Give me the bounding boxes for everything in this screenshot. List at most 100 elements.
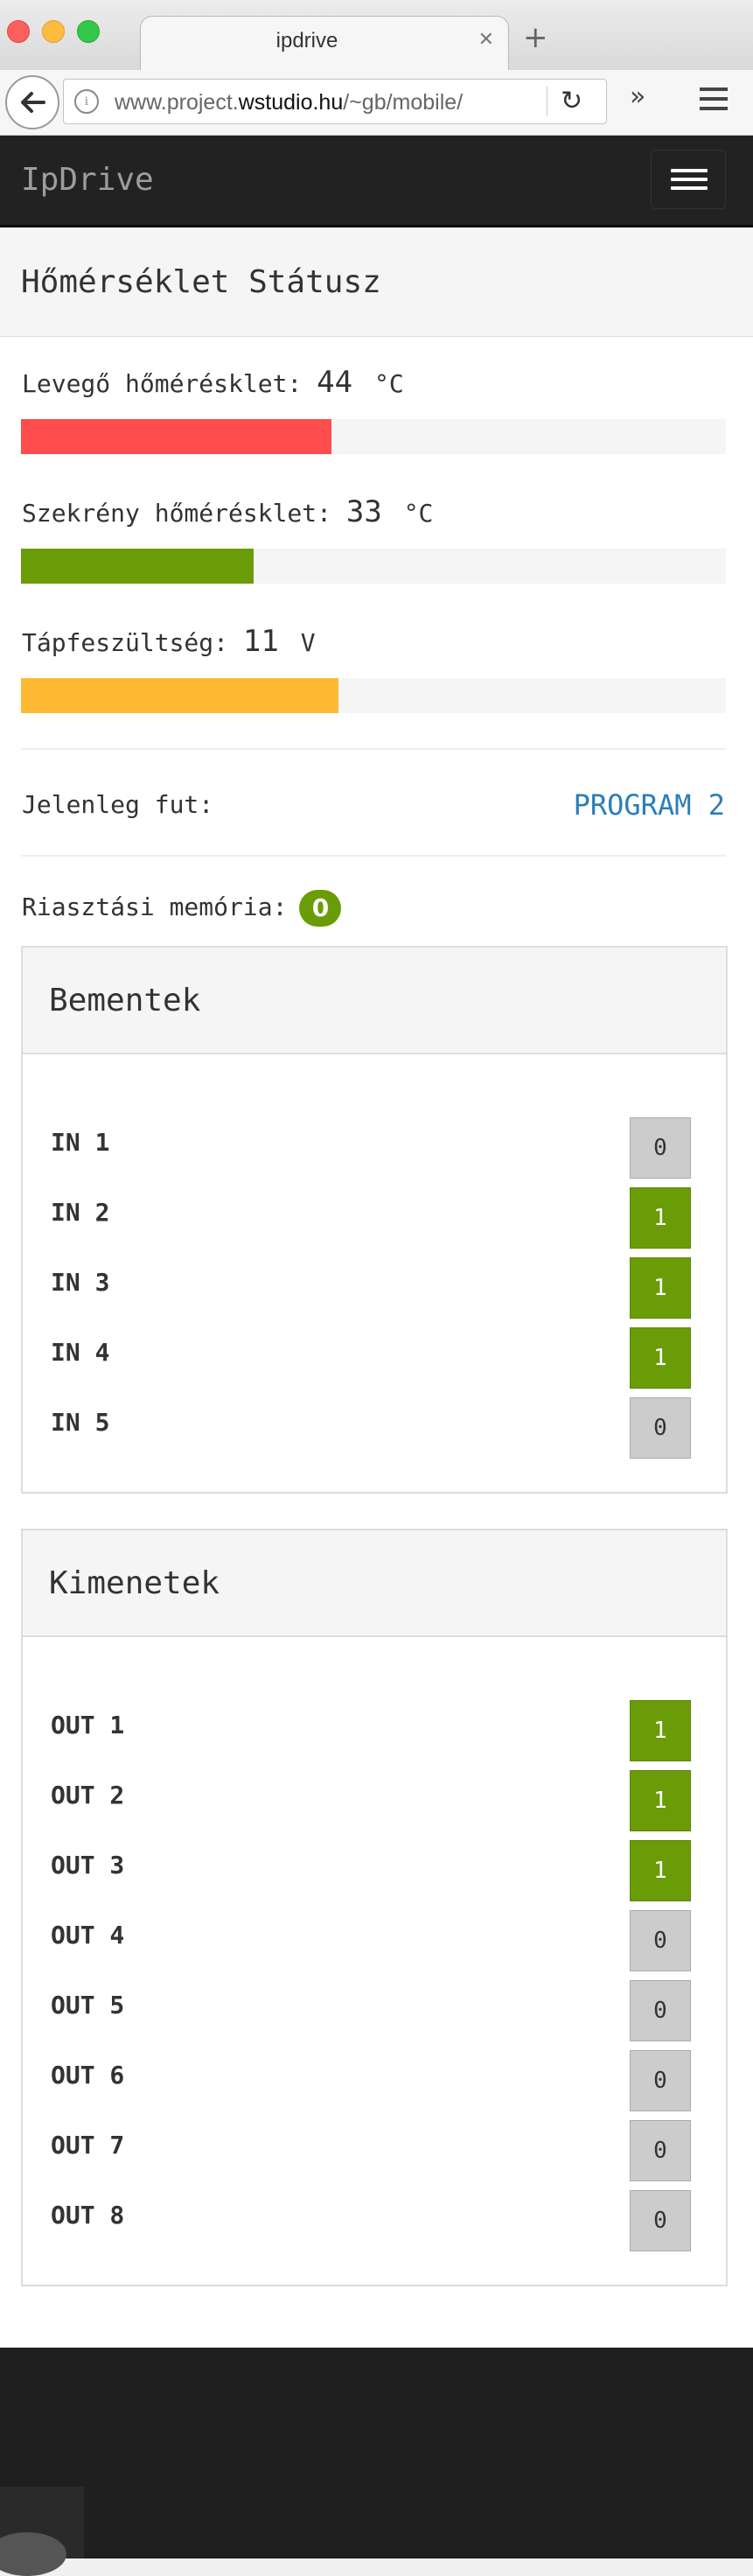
cabinet-temp-bar — [21, 549, 726, 584]
output-row: OUT 4 0 — [23, 1910, 726, 1980]
dock-corner — [0, 2487, 84, 2576]
output-label: OUT 6 — [51, 2061, 125, 2090]
url-text[interactable]: www.project.wstudio.hu/~gb/mobile/ — [115, 90, 463, 116]
page-header: Hőmérséklet Státusz — [0, 228, 753, 337]
navbar: IpDrive — [0, 136, 753, 228]
input-label: IN 3 — [51, 1268, 110, 1297]
output-state-badge[interactable]: 1 — [630, 1770, 691, 1831]
output-label: OUT 4 — [51, 1921, 125, 1950]
output-state-badge[interactable]: 0 — [630, 1910, 691, 1971]
url-bar[interactable]: i www.project.wstudio.hu/~gb/mobile/ ↻ — [63, 79, 607, 124]
browser-titlebar: ipdrive ✕ + — [0, 0, 753, 71]
input-state-badge[interactable]: 0 — [630, 1117, 691, 1179]
hamburger-line — [671, 178, 708, 181]
input-row: IN 1 0 — [23, 1117, 726, 1187]
alarm-memory-label: Riasztási memória: 0 — [22, 890, 342, 927]
output-label: OUT 7 — [51, 2131, 125, 2160]
brand-logo[interactable]: IpDrive — [21, 162, 154, 198]
voltage-label: Tápfeszültség: 11 V — [22, 624, 316, 659]
output-label: OUT 3 — [51, 1851, 125, 1880]
outputs-panel: Kimenetek OUT 1 1 OUT 2 1 OUT 3 1 OUT 4 0 OUT 5 0… — [21, 1529, 728, 2286]
air-temp-label: Levegő hőmérésklet: 44 °C — [22, 365, 404, 400]
close-window-button[interactable] — [7, 20, 30, 43]
back-arrow-icon — [21, 92, 45, 113]
air-temp-caption: Levegő hőmérésklet: — [22, 369, 303, 398]
input-row: IN 3 1 — [23, 1257, 726, 1327]
info-icon[interactable]: i — [74, 89, 99, 114]
output-row: OUT 7 0 — [23, 2120, 726, 2190]
new-tab-button[interactable]: + — [523, 23, 548, 52]
tab-close-icon[interactable]: ✕ — [478, 29, 494, 51]
alarm-memory-caption: Riasztási memória: — [22, 892, 288, 921]
output-row: OUT 6 0 — [23, 2050, 726, 2120]
voltage-bar-fill — [21, 678, 338, 713]
output-label: OUT 5 — [51, 1991, 125, 2020]
output-state-badge[interactable]: 1 — [630, 1700, 691, 1761]
cabinet-temp-unit: °C — [403, 499, 434, 528]
page-footer — [0, 2348, 753, 2558]
inputs-panel-header: Bementek — [23, 948, 726, 1054]
browser-tab[interactable]: ipdrive ✕ — [140, 16, 509, 71]
navbar-toggle-button[interactable] — [651, 150, 726, 209]
output-label: OUT 2 — [51, 1781, 125, 1810]
air-temp-bar — [21, 419, 726, 454]
input-state-badge[interactable]: 1 — [630, 1187, 691, 1249]
reload-icon[interactable]: ↻ — [561, 86, 582, 116]
input-state-badge[interactable]: 1 — [630, 1257, 691, 1319]
page: IpDrive Hőmérséklet Státusz Levegő hőmér… — [0, 136, 753, 2558]
minimize-window-button[interactable] — [42, 20, 65, 43]
cabinet-temp-value: 33 — [345, 494, 382, 529]
output-label: OUT 1 — [51, 1711, 125, 1740]
output-state-badge[interactable]: 1 — [630, 1840, 691, 1901]
input-row: IN 2 1 — [23, 1187, 726, 1257]
cabinet-temp-bar-fill — [21, 549, 254, 584]
output-state-badge[interactable]: 0 — [630, 2190, 691, 2251]
browser-toolbar: i www.project.wstudio.hu/~gb/mobile/ ↻ » — [0, 70, 753, 136]
current-program-value[interactable]: PROGRAM 2 — [574, 788, 725, 822]
hamburger-line — [671, 186, 708, 190]
inputs-panel: Bementek IN 1 0 IN 2 1 IN 3 1 IN 4 1 IN 5 0 — [21, 946, 728, 1494]
input-label: IN 5 — [51, 1408, 110, 1437]
input-row: IN 5 0 — [23, 1397, 726, 1467]
inputs-list: IN 1 0 IN 2 1 IN 3 1 IN 4 1 IN 5 0 — [23, 1054, 726, 1467]
page-title: Hőmérséklet Státusz — [21, 264, 381, 300]
current-program-label: Jelenleg fut: — [22, 790, 214, 819]
air-temp-bar-fill — [21, 419, 331, 454]
voltage-value: 11 — [242, 624, 279, 659]
output-state-badge[interactable]: 0 — [630, 2050, 691, 2111]
dock-icon[interactable] — [0, 2532, 66, 2576]
outputs-list: OUT 1 1 OUT 2 1 OUT 3 1 OUT 4 0 OUT 5 0 OUT 6 0 OUT … — [23, 1637, 726, 2260]
output-state-badge[interactable]: 0 — [630, 1980, 691, 2041]
voltage-bar — [21, 678, 726, 713]
back-button[interactable] — [5, 75, 59, 130]
voltage-unit: V — [300, 628, 316, 657]
cabinet-temp-caption: Szekrény hőmérésklet: — [22, 499, 332, 528]
cabinet-temp-label: Szekrény hőmérésklet: 33 °C — [22, 494, 433, 529]
voltage-caption: Tápfeszültség: — [22, 628, 229, 657]
outputs-panel-title: Kimenetek — [49, 1565, 220, 1601]
alarm-count-badge: 0 — [299, 890, 342, 927]
input-state-badge[interactable]: 1 — [630, 1327, 691, 1389]
tab-title: ipdrive — [275, 29, 338, 52]
input-label: IN 4 — [51, 1338, 110, 1367]
zoom-window-button[interactable] — [77, 20, 100, 43]
divider — [21, 748, 726, 750]
air-temp-value: 44 — [317, 365, 353, 400]
divider — [21, 855, 726, 857]
hamburger-line — [671, 169, 708, 172]
input-row: IN 4 1 — [23, 1327, 726, 1397]
input-label: IN 1 — [51, 1128, 110, 1157]
output-row: OUT 8 0 — [23, 2190, 726, 2260]
browser-menu-icon[interactable] — [700, 88, 728, 116]
inputs-panel-title: Bementek — [49, 983, 201, 1018]
air-temp-unit: °C — [373, 369, 404, 398]
outputs-panel-header: Kimenetek — [23, 1530, 726, 1637]
output-state-badge[interactable]: 0 — [630, 2120, 691, 2181]
input-state-badge[interactable]: 0 — [630, 1397, 691, 1459]
output-row: OUT 1 1 — [23, 1700, 726, 1770]
input-label: IN 2 — [51, 1198, 110, 1227]
output-row: OUT 2 1 — [23, 1770, 726, 1840]
output-row: OUT 5 0 — [23, 1980, 726, 2050]
output-label: OUT 8 — [51, 2201, 125, 2230]
overflow-chevron-icon[interactable]: » — [630, 84, 645, 110]
